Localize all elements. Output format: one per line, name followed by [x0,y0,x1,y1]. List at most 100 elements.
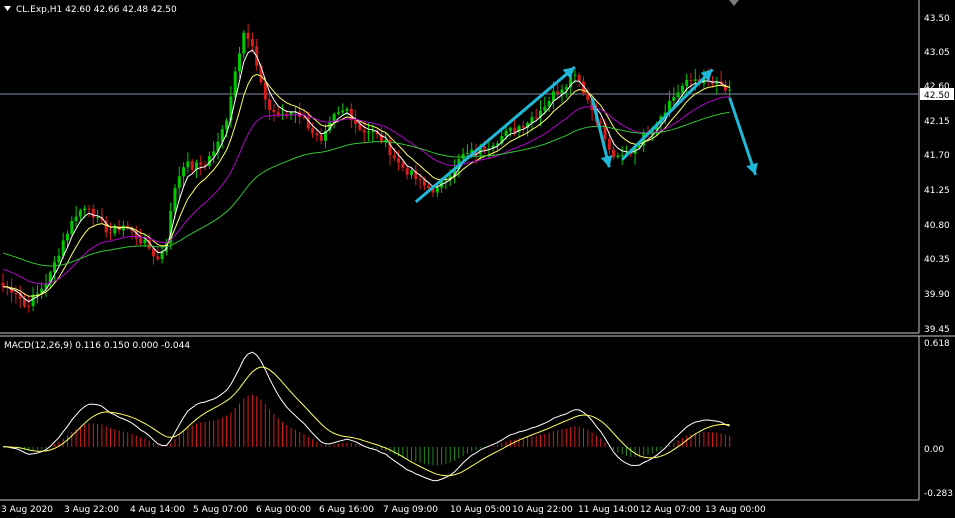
candle-body [345,108,349,111]
candle-body [371,130,375,133]
candle-body [676,92,680,98]
candle-body [27,305,31,307]
price-tick: 39.45 [924,325,950,335]
triangle-down-icon[interactable] [4,6,11,11]
candle-body [689,80,693,82]
candle-body [680,85,684,93]
candle-body [109,232,112,234]
price-tick: 42.15 [924,117,950,127]
price-tick: 39.90 [924,290,950,300]
candle-body [418,179,422,181]
candle-body [693,79,697,81]
time-tick: 3 Aug 2020 [1,505,53,515]
candle-body [577,74,581,82]
price-tick: 40.35 [924,255,950,265]
macd-lines-layer [2,351,730,482]
candle-body [672,97,676,101]
candle-body [272,110,276,113]
candle-body [143,239,147,244]
candle-body [586,93,590,101]
candle-body [212,151,216,156]
macd-title: MACD(12,26,9) 0.116 0.150 0.000 -0.044 [4,341,190,351]
candles-layer [1,23,732,313]
candle-body [199,162,203,165]
candle-body [513,128,517,132]
candle-body [242,32,246,54]
candle-body [14,292,18,294]
candle-body [173,187,177,211]
candle-body [160,251,164,260]
candle-body [367,132,370,134]
time-tick: 6 Aug 16:00 [319,505,374,515]
candle-body [728,89,732,91]
time-tick: 11 Aug 14:00 [578,505,639,515]
macd-histogram-layer [6,394,731,466]
candle-body [53,262,57,273]
candle-body [177,176,181,188]
trend-arrows-layer[interactable] [414,65,758,204]
candle-body [685,80,689,86]
candle-body [1,282,5,287]
candle-body [483,146,487,150]
time-tick: 5 Aug 07:00 [193,505,248,515]
candle-body [233,71,237,97]
candle-body [156,256,160,260]
candle-body [427,185,431,189]
macd-tick: 0.618 [924,339,950,349]
macd-tick: 0.00 [924,445,944,455]
candle-body [616,155,620,158]
candle-body [57,255,61,263]
trading-chart[interactable]: CL.Exp,H1 42.60 42.66 42.48 42.50 43.50 … [0,0,955,518]
price-axis: 43.50 43.05 42.60 42.15 41.70 41.25 40.8… [924,14,950,335]
price-tick: 43.05 [924,48,950,58]
candle-body [607,138,611,150]
candle-body [362,130,366,133]
candle-body [311,128,315,134]
candle-body [186,161,190,168]
candle-body [543,106,547,111]
candle-body [354,120,358,124]
time-tick: 7 Aug 09:00 [383,505,438,515]
candle-body [521,126,525,128]
candle-body [250,38,254,47]
trend-arrow-shaft [621,68,714,161]
candle-body [190,161,194,170]
time-tick: 10 Aug 22:00 [512,505,573,515]
price-tick: 43.50 [924,14,950,24]
trend-arrow-shaft [414,65,576,204]
candle-body [551,91,555,102]
candle-body [560,89,564,94]
candle-body [556,91,560,94]
candle-body [397,158,401,163]
time-tick: 13 Aug 00:00 [705,505,766,515]
candle-body [276,112,280,116]
price-tick: 40.80 [924,221,950,231]
candle-body [315,133,319,136]
ma-fast-line [2,49,730,303]
time-tick: 12 Aug 07:00 [640,505,701,515]
price-tick: 41.70 [924,151,950,161]
candle-body [74,216,78,221]
candle-body [504,130,508,137]
candle-body [96,217,100,219]
price-tick: 41.25 [924,186,950,196]
candle-body [319,135,323,141]
macd-tick: -0.283 [924,489,953,499]
candle-body [225,120,229,130]
candle-body [620,154,624,156]
candle-body [410,170,413,175]
scroll-shift-icon[interactable] [729,0,739,6]
candle-body [534,117,538,119]
candle-body [70,220,74,234]
candle-body [401,162,405,168]
symbol-info: CL.Exp,H1 42.60 42.66 42.48 42.50 [16,5,177,15]
candle-body [238,53,241,72]
candle-body [336,112,340,114]
time-tick: 6 Aug 00:00 [256,505,311,515]
candle-body [87,208,91,210]
candle-body [268,99,272,111]
candle-body [66,233,69,241]
candle-body [139,238,143,244]
candle-body [263,82,267,100]
candle-body [83,208,87,211]
